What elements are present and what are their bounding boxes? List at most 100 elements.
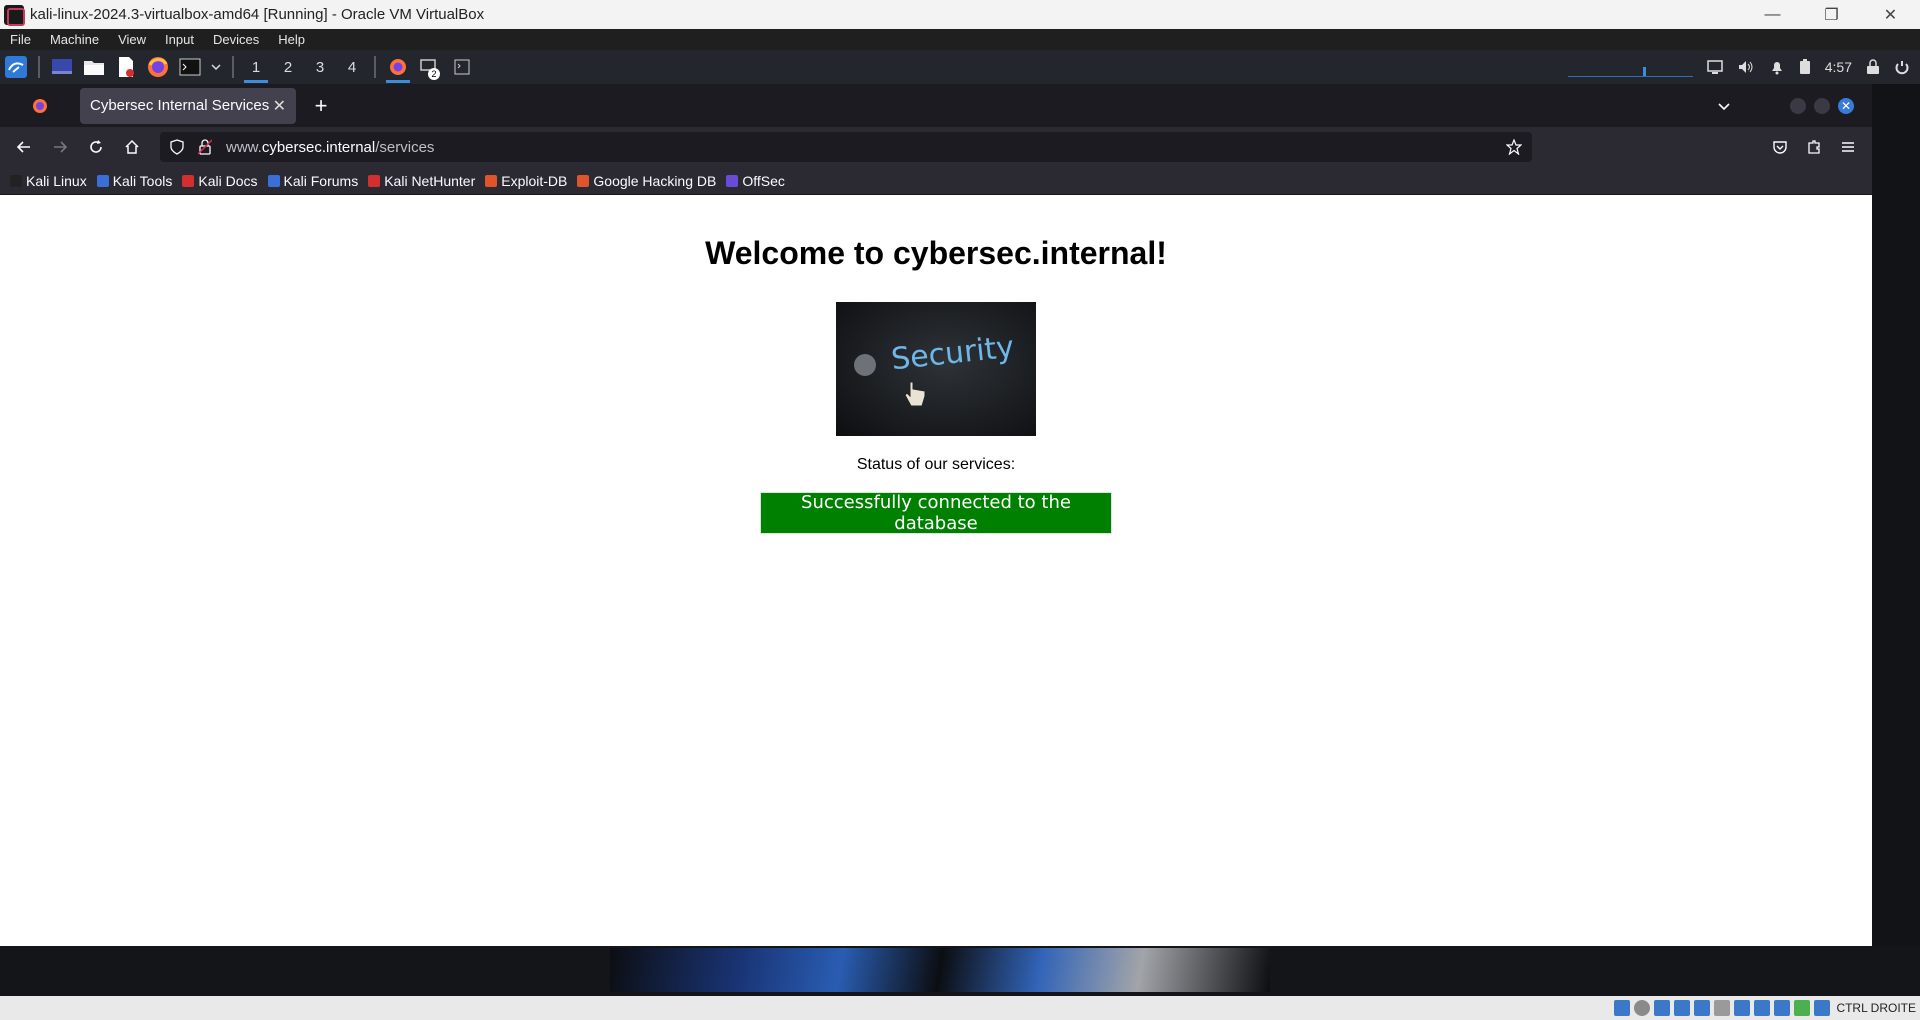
maximize-window-icon[interactable] [1814,97,1830,114]
restore-icon[interactable]: ❐ [1802,0,1861,29]
virtualbox-app-icon [4,4,25,26]
panel-separator [374,56,376,78]
terminal-icon[interactable] [177,54,203,80]
menu-file[interactable]: File [0,32,40,47]
bookmark-item[interactable]: Kali Forums [267,173,358,189]
firefox-icon [33,98,47,113]
bookmark-favicon-icon [96,174,109,187]
url-bar[interactable]: www.cybersec.internal/services [160,132,1532,162]
new-tab-button[interactable]: + [302,93,340,119]
network-graph [1567,54,1693,80]
shared-folders-icon[interactable] [1714,1000,1731,1016]
tab-strip: Cybersec Internal Services ✕ + ✕ [0,84,1872,127]
menu-devices[interactable]: Devices [203,32,268,47]
mouse-integration-icon[interactable] [1794,1000,1811,1016]
firefox-view-button[interactable] [0,84,80,127]
notification-bell-icon[interactable] [1769,59,1785,75]
minimize-window-icon[interactable] [1790,97,1806,114]
bookmark-favicon-icon [485,174,498,187]
menu-help[interactable]: Help [268,32,314,47]
vbox-status-bar: CTRL DROITE [0,996,1920,1020]
panel-tray: 4:57 [1567,54,1920,80]
bookmark-item[interactable]: Kali NetHunter [368,173,475,189]
bookmark-item[interactable]: Kali Linux [10,173,87,189]
bookmark-item[interactable]: Exploit-DB [485,173,567,189]
workspace-1[interactable]: 1 [240,50,272,84]
power-icon[interactable] [1894,59,1910,75]
close-window-icon[interactable]: ✕ [1838,97,1854,114]
pocket-icon[interactable] [1772,139,1788,155]
hard-disk-icon[interactable] [1614,1000,1631,1016]
display-icon[interactable] [1707,59,1723,75]
menu-machine[interactable]: Machine [40,32,108,47]
bookmark-label: Google Hacking DB [593,172,717,189]
wallpaper-streak [610,948,1270,992]
file-manager-icon[interactable] [81,54,107,80]
menu-view[interactable]: View [108,32,155,47]
reload-button[interactable] [78,131,114,163]
bookmark-favicon-icon [267,174,280,187]
home-button[interactable] [114,131,150,163]
window-controls: — ❐ ✕ [1743,0,1920,29]
toolbar-actions [1772,139,1872,155]
lock-warning-icon[interactable] [198,139,212,155]
taskbar-firefox-window[interactable] [382,50,414,84]
taskbar-terminal-window[interactable] [446,50,478,84]
workspace-2[interactable]: 2 [272,50,304,84]
host-key-label: CTRL DROITE [1836,1001,1916,1015]
close-icon[interactable]: ✕ [1861,0,1920,29]
lock-icon[interactable] [1866,59,1880,75]
minimize-icon[interactable]: — [1743,0,1802,29]
forward-button[interactable] [42,131,78,163]
text-editor-icon[interactable] [113,54,139,80]
hand-cursor-icon [904,381,926,407]
vbox-window-title: kali-linux-2024.3-virtualbox-amd64 [Runn… [30,6,485,23]
extensions-icon[interactable] [1806,139,1822,155]
firefox-icon[interactable] [145,54,171,80]
show-desktop-icon[interactable] [49,54,75,80]
recording-icon[interactable] [1754,1000,1771,1016]
workspace-4[interactable]: 4 [336,50,368,84]
usb-icon[interactable] [1694,1000,1711,1016]
bookmark-label: Kali Docs [198,172,258,189]
bookmark-label: Exploit-DB [501,172,568,189]
bookmark-item[interactable]: Google Hacking DB [577,173,716,189]
bookmark-item[interactable]: Kali Tools [96,173,172,189]
tab-cybersec-services[interactable]: Cybersec Internal Services ✕ [80,87,296,124]
bookmark-item[interactable]: Kali Docs [182,172,258,189]
tab-close-icon[interactable]: ✕ [273,96,286,116]
home-icon [125,139,139,154]
audio-icon[interactable] [1654,1000,1671,1016]
bookmark-favicon-icon [577,174,590,187]
bookmark-item[interactable]: OffSec [726,173,785,189]
optical-drive-icon[interactable] [1634,1000,1651,1016]
back-button[interactable] [6,131,42,163]
tab-title: Cybersec Internal Services [90,97,270,114]
volume-icon[interactable] [1737,59,1755,75]
hamburger-menu-icon[interactable] [1840,139,1856,155]
taskbar-window-group[interactable]: 2 [414,50,446,84]
image-caption-word: Security [889,329,1016,378]
list-all-tabs-icon[interactable] [1716,98,1732,114]
status-message-success: Successfully connected to the database [760,492,1112,534]
vbox-menu-bar: File Machine View Input Devices Help [0,29,1920,50]
shield-icon[interactable] [170,139,184,155]
bookmark-favicon-icon [10,174,22,187]
network-icon[interactable] [1674,1000,1691,1016]
bookmark-star-icon[interactable] [1506,139,1522,155]
menu-input[interactable]: Input [155,32,203,47]
display-icon[interactable] [1734,1000,1751,1016]
battery-icon[interactable] [1799,59,1811,75]
chevron-down-icon[interactable] [209,54,223,80]
panel-clock[interactable]: 4:57 [1825,59,1852,75]
kali-menu-icon[interactable] [3,54,29,80]
panel-separator [232,56,234,78]
keyboard-icon[interactable] [1814,1000,1831,1016]
status-label: Status of our services: [856,456,1016,473]
workspace-3[interactable]: 3 [304,50,336,84]
vbox-title-bar: kali-linux-2024.3-virtualbox-amd64 [Runn… [0,0,1920,29]
bookmark-label: OffSec [742,172,785,189]
page-content: Welcome to cybersec.internal! Security S… [0,195,1872,946]
cpu-icon[interactable] [1774,1000,1791,1016]
terminal-icon [454,59,470,75]
